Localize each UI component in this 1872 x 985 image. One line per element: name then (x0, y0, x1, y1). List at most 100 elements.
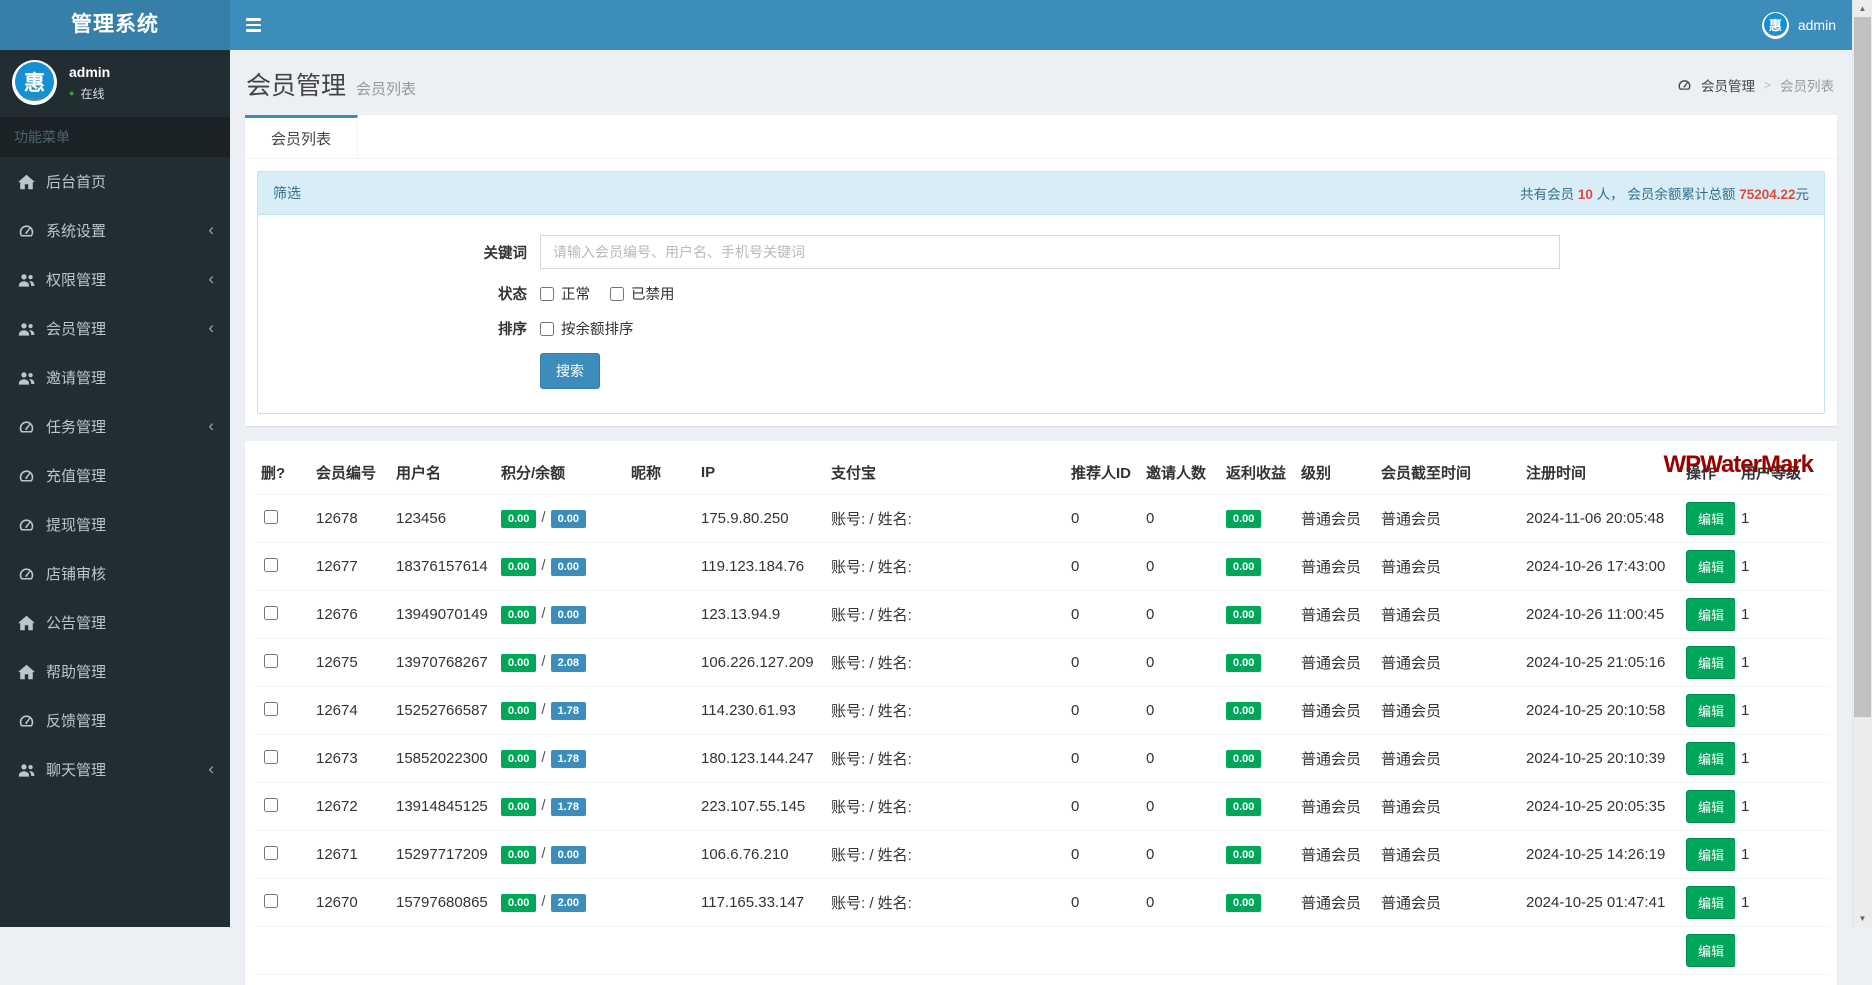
scrollbar-up-arrow-icon[interactable]: ▲ (1853, 0, 1872, 17)
main-content: 会员管理 会员列表 会员管理 > 会员列表 会员列表 筛选 共有会员 10 人，… (230, 0, 1852, 985)
rebate-badge: 0.00 (1226, 750, 1262, 768)
sidebar-item-label: 系统设置 (46, 223, 107, 240)
edit-button[interactable]: 编辑 (1686, 646, 1735, 679)
nickname-cell (625, 638, 695, 687)
sidebar-item-11[interactable]: 反馈管理 (0, 696, 230, 745)
member-id-cell (310, 926, 390, 975)
navbar-user-menu[interactable]: 惠 •••• admin (1746, 0, 1852, 50)
scrollbar-thumb[interactable] (1854, 17, 1871, 717)
sidebar-username: admin (69, 63, 111, 80)
member-select-checkbox[interactable] (264, 893, 278, 908)
sidebar-item-label: 公告管理 (46, 615, 107, 632)
status-disabled-checkbox[interactable]: 已禁用 (610, 283, 675, 304)
sidebar-item-3[interactable]: 会员管理 ‹ (0, 304, 230, 353)
alipay-cell: 账号: / 姓名: (825, 494, 1065, 543)
edit-button[interactable]: 编辑 (1686, 550, 1735, 583)
ip-cell: 114.230.61.93 (695, 686, 825, 735)
edit-button[interactable]: 编辑 (1686, 790, 1735, 823)
member-select-checkbox[interactable] (264, 653, 278, 668)
edit-button[interactable]: 编辑 (1686, 742, 1735, 775)
users-icon (18, 762, 35, 778)
total-balance: 75204.22 (1739, 187, 1796, 202)
sidebar-item-12[interactable]: 聊天管理 ‹ (0, 745, 230, 794)
rebate-badge: 0.00 (1226, 846, 1262, 864)
points-balance-cell: 0.00/0.00 (495, 494, 625, 543)
tab-member-list[interactable]: 会员列表 (245, 115, 359, 158)
status-normal-checkbox[interactable]: 正常 (540, 283, 590, 304)
member-expire-cell (1375, 926, 1520, 975)
member-list-card: 会员列表 筛选 共有会员 10 人， 会员余额累计总额 75204.22元 关键… (245, 115, 1837, 426)
keyword-input[interactable] (540, 235, 1560, 269)
member-id-cell: 12675 (310, 638, 390, 687)
member-select-checkbox[interactable] (264, 845, 278, 860)
alipay-cell: 账号: / 姓名: (825, 734, 1065, 783)
table-row: 12678 123456 0.00/0.00 175.9.80.250 账号: … (255, 494, 1830, 543)
rebate-cell: 0.00 (1220, 494, 1295, 543)
sidebar-item-7[interactable]: 提现管理 (0, 500, 230, 549)
points-badge: 0.00 (501, 654, 537, 672)
table-row: 12672 13914845125 0.00/1.78 223.107.55.1… (255, 782, 1830, 831)
sidebar-item-5[interactable]: 任务管理 ‹ (0, 402, 230, 451)
search-button[interactable]: 搜索 (540, 353, 600, 389)
sidebar-item-10[interactable]: 帮助管理 (0, 647, 230, 696)
edit-button[interactable]: 编辑 (1686, 694, 1735, 727)
nickname-cell (625, 878, 695, 927)
action-cell: 编辑 (1680, 782, 1735, 831)
username-cell: 13914845125 (390, 782, 495, 831)
sidebar-item-label: 店铺审核 (46, 566, 107, 583)
sidebar-menu: 后台首页 系统设置 ‹ 权限管理 ‹ 会员管理 ‹ 邀请管理 任务管理 ‹ 充值… (0, 157, 230, 794)
member-select-checkbox[interactable] (264, 749, 278, 764)
sidebar-item-1[interactable]: 系统设置 ‹ (0, 206, 230, 255)
edit-button[interactable]: 编辑 (1686, 886, 1735, 919)
member-expire-cell: 普通会员 (1375, 638, 1520, 687)
edit-button[interactable]: 编辑 (1686, 934, 1735, 967)
member-select-checkbox[interactable] (264, 509, 278, 524)
window-scrollbar[interactable]: ▲ ▼ (1852, 0, 1872, 927)
username-cell (390, 926, 495, 975)
sidebar-toggle-button[interactable] (230, 0, 276, 50)
points-badge: 0.00 (501, 894, 537, 912)
user-grade-cell: 1 (1735, 542, 1830, 591)
user-status: ● 在线 (69, 86, 105, 101)
sidebar-item-9[interactable]: 公告管理 (0, 598, 230, 647)
register-time-cell: 2024-10-25 20:05:35 (1520, 782, 1680, 831)
invite-count-cell: 0 (1140, 878, 1220, 927)
sort-by-balance-checkbox[interactable]: 按余额排序 (540, 318, 634, 339)
level-cell: 普通会员 (1295, 830, 1375, 879)
users-icon (18, 272, 35, 288)
member-expire-cell: 普通会员 (1375, 782, 1520, 831)
member-select-checkbox[interactable] (264, 701, 278, 716)
register-time-cell: 2024-10-26 17:43:00 (1520, 542, 1680, 591)
alipay-cell: 账号: / 姓名: (825, 686, 1065, 735)
breadcrumb-link-members[interactable]: 会员管理 (1701, 75, 1755, 95)
user-grade-cell: 1 (1735, 686, 1830, 735)
edit-button[interactable]: 编辑 (1686, 838, 1735, 871)
sidebar-item-0[interactable]: 后台首页 (0, 157, 230, 206)
member-select-checkbox[interactable] (264, 605, 278, 620)
table-row: 12675 13970768267 0.00/2.08 106.226.127.… (255, 638, 1830, 687)
invite-count-cell: 0 (1140, 686, 1220, 735)
user-grade-cell: 1 (1735, 734, 1830, 783)
scrollbar-down-arrow-icon[interactable]: ▼ (1853, 910, 1872, 927)
top-navbar: 惠 •••• admin (230, 0, 1852, 50)
action-cell: 编辑 (1680, 878, 1735, 927)
sidebar-item-label: 权限管理 (46, 272, 107, 289)
dashboard-icon (1677, 78, 1692, 92)
member-id-cell: 12678 (310, 494, 390, 543)
edit-button[interactable]: 编辑 (1686, 598, 1735, 631)
username-cell: 15852022300 (390, 734, 495, 783)
sidebar-item-8[interactable]: 店铺审核 (0, 549, 230, 598)
level-cell: 普通会员 (1295, 542, 1375, 591)
sidebar-item-6[interactable]: 充值管理 (0, 451, 230, 500)
member-select-checkbox[interactable] (264, 557, 278, 572)
register-time-cell: 2024-11-06 20:05:48 (1520, 494, 1680, 543)
user-avatar: 惠 •••• (1761, 11, 1789, 39)
sidebar-item-label: 任务管理 (46, 419, 107, 436)
member-select-checkbox[interactable] (264, 797, 278, 812)
status-label: 状态 (498, 287, 527, 303)
breadcrumb-current: 会员列表 (1780, 79, 1834, 94)
app-logo[interactable]: 管理系统 (0, 0, 230, 50)
edit-button[interactable]: 编辑 (1686, 502, 1735, 535)
sidebar-item-2[interactable]: 权限管理 ‹ (0, 255, 230, 304)
sidebar-item-4[interactable]: 邀请管理 (0, 353, 230, 402)
